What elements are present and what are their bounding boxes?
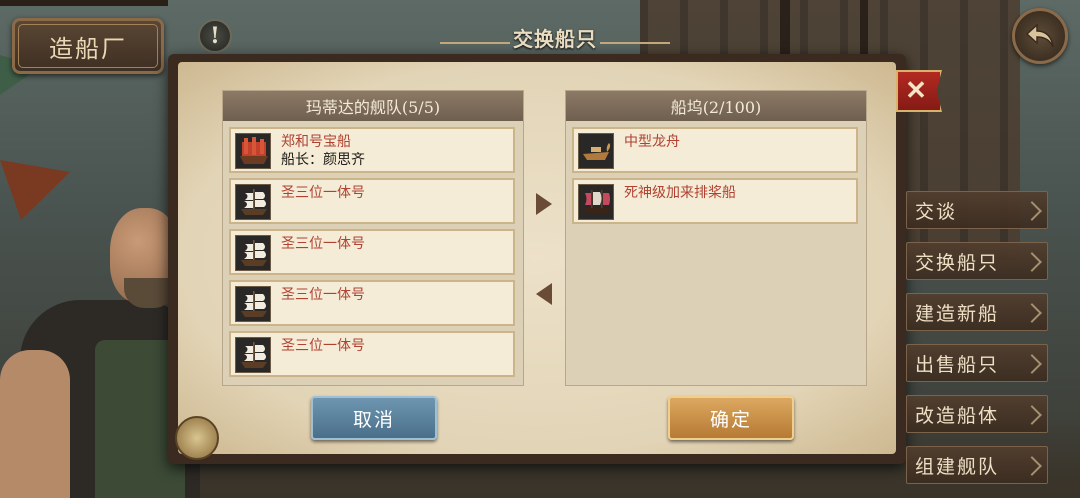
chevron-right-icon <box>1022 252 1042 272</box>
menu-item-form-fleet[interactable]: 组建舰队 <box>906 446 1048 484</box>
confirm-button-label: 确定 <box>709 408 752 431</box>
dock-ship-row[interactable]: 死神级加来排桨船 <box>572 178 858 224</box>
dialog-title: 交换船只 <box>440 20 670 54</box>
menu-item-label: 改造船体 <box>915 404 1000 427</box>
dock-ship-row[interactable]: 中型龙舟 <box>572 127 858 173</box>
menu-item-label: 建造新船 <box>915 302 1000 325</box>
menu-item-build-ship[interactable]: 建造新船 <box>906 293 1048 331</box>
close-button[interactable]: ✕ <box>896 70 942 112</box>
fleet-ship-row[interactable]: 圣三位一体号 <box>229 331 515 377</box>
confirm-button[interactable]: 确定 <box>668 396 794 440</box>
ship-name: 圣三位一体号 <box>281 338 365 354</box>
galleon-icon <box>235 235 271 271</box>
location-title: 造船厂 <box>49 34 127 63</box>
ship-name: 圣三位一体号 <box>281 287 365 303</box>
back-arrow-icon <box>1025 23 1054 48</box>
galleon-icon <box>235 184 271 220</box>
menu-item-label: 组建舰队 <box>915 455 1000 478</box>
ship-name: 死神级加来排桨船 <box>624 185 736 201</box>
ship-name: 中型龙舟 <box>624 134 680 150</box>
treasure-ship-icon <box>235 133 271 169</box>
transfer-left-arrow-icon[interactable] <box>536 283 552 305</box>
menu-item-sell-ship[interactable]: 出售船只 <box>906 344 1048 382</box>
compass-icon[interactable] <box>175 416 219 460</box>
info-icon[interactable]: ! <box>198 19 232 53</box>
fleet-ship-row[interactable]: 圣三位一体号 <box>229 178 515 224</box>
galleon-icon <box>235 337 271 373</box>
chevron-right-icon <box>1022 303 1042 323</box>
fleet-panel: 玛蒂达的舰队(5/5) 郑和号宝船 船长：颜思齐 圣三位一体号 圣三位一体号 圣… <box>222 90 524 386</box>
menu-item-label: 交换船只 <box>915 251 1000 274</box>
transfer-right-arrow-icon[interactable] <box>536 193 552 215</box>
fleet-ship-row[interactable]: 圣三位一体号 <box>229 280 515 326</box>
character-beard <box>124 278 174 308</box>
menu-item-talk[interactable]: 交谈 <box>906 191 1048 229</box>
cancel-button[interactable]: 取消 <box>311 396 437 440</box>
chevron-right-icon <box>1022 354 1042 374</box>
chevron-right-icon <box>1022 405 1042 425</box>
back-button[interactable] <box>1012 8 1068 64</box>
ship-name: 圣三位一体号 <box>281 185 365 201</box>
sign-hanger <box>0 0 168 6</box>
close-icon: ✕ <box>905 76 927 106</box>
fleet-panel-title: 玛蒂达的舰队(5/5) <box>223 91 523 121</box>
dialog-title-text: 交换船只 <box>513 26 597 51</box>
chevron-right-icon <box>1022 201 1042 221</box>
character-arm <box>0 350 70 498</box>
cancel-button-label: 取消 <box>352 408 395 431</box>
fleet-ship-row[interactable]: 郑和号宝船 船长：颜思齐 <box>229 127 515 173</box>
dragon-boat-icon <box>578 133 614 169</box>
menu-item-label: 出售船只 <box>915 353 1000 376</box>
chevron-right-icon <box>1022 456 1042 476</box>
galley-icon <box>578 184 614 220</box>
fleet-ship-row[interactable]: 圣三位一体号 <box>229 229 515 275</box>
menu-item-exchange-ships[interactable]: 交换船只 <box>906 242 1048 280</box>
location-sign: 造船厂 <box>12 18 164 74</box>
info-glyph: ! <box>210 23 220 49</box>
menu-item-modify-hull[interactable]: 改造船体 <box>906 395 1048 433</box>
ship-name: 圣三位一体号 <box>281 236 365 252</box>
galleon-icon <box>235 286 271 322</box>
dock-panel: 船坞(2/100) 中型龙舟 死神级加来排桨船 <box>565 90 867 386</box>
ship-captain: 船长：颜思齐 <box>281 152 365 168</box>
menu-item-label: 交谈 <box>915 200 958 223</box>
ship-name: 郑和号宝船 <box>281 134 351 150</box>
dock-panel-title: 船坞(2/100) <box>566 91 866 121</box>
